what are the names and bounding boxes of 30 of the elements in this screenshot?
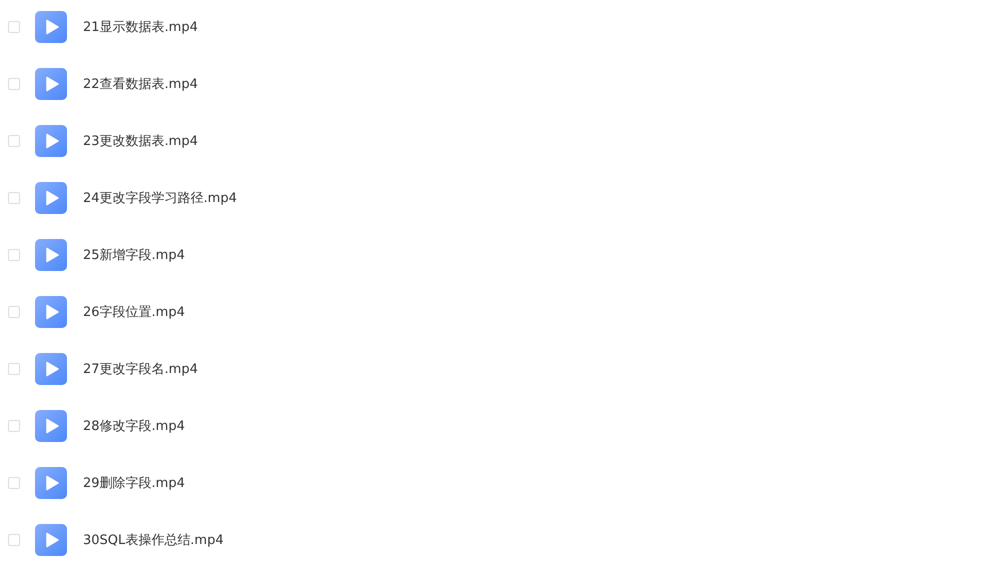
- file-name[interactable]: 27更改字段名.mp4: [83, 360, 198, 378]
- checkbox[interactable]: [8, 249, 20, 261]
- file-name[interactable]: 21显示数据表.mp4: [83, 18, 198, 36]
- file-name[interactable]: 22查看数据表.mp4: [83, 75, 198, 93]
- video-file-icon: [35, 182, 67, 214]
- file-name[interactable]: 28修改字段.mp4: [83, 417, 185, 435]
- checkbox[interactable]: [8, 477, 20, 489]
- checkbox[interactable]: [8, 21, 20, 33]
- video-file-icon: [35, 296, 67, 328]
- checkbox[interactable]: [8, 306, 20, 318]
- file-name[interactable]: 30SQL表操作总结.mp4: [83, 531, 224, 549]
- file-name[interactable]: 24更改字段学习路径.mp4: [83, 189, 237, 207]
- video-file-icon: [35, 125, 67, 157]
- video-file-icon: [35, 353, 67, 385]
- video-file-icon: [35, 524, 67, 556]
- video-file-icon: [35, 239, 67, 271]
- checkbox[interactable]: [8, 78, 20, 90]
- file-name[interactable]: 23更改数据表.mp4: [83, 132, 198, 150]
- file-name[interactable]: 25新增字段.mp4: [83, 246, 185, 264]
- video-file-icon: [35, 68, 67, 100]
- checkbox[interactable]: [8, 192, 20, 204]
- video-file-icon: [35, 11, 67, 43]
- checkbox[interactable]: [8, 363, 20, 375]
- checkbox[interactable]: [8, 420, 20, 432]
- checkbox[interactable]: [8, 135, 20, 147]
- checkbox[interactable]: [8, 534, 20, 546]
- file-name[interactable]: 29删除字段.mp4: [83, 474, 185, 492]
- video-file-icon: [35, 467, 67, 499]
- video-file-icon: [35, 410, 67, 442]
- file-name[interactable]: 26字段位置.mp4: [83, 303, 185, 321]
